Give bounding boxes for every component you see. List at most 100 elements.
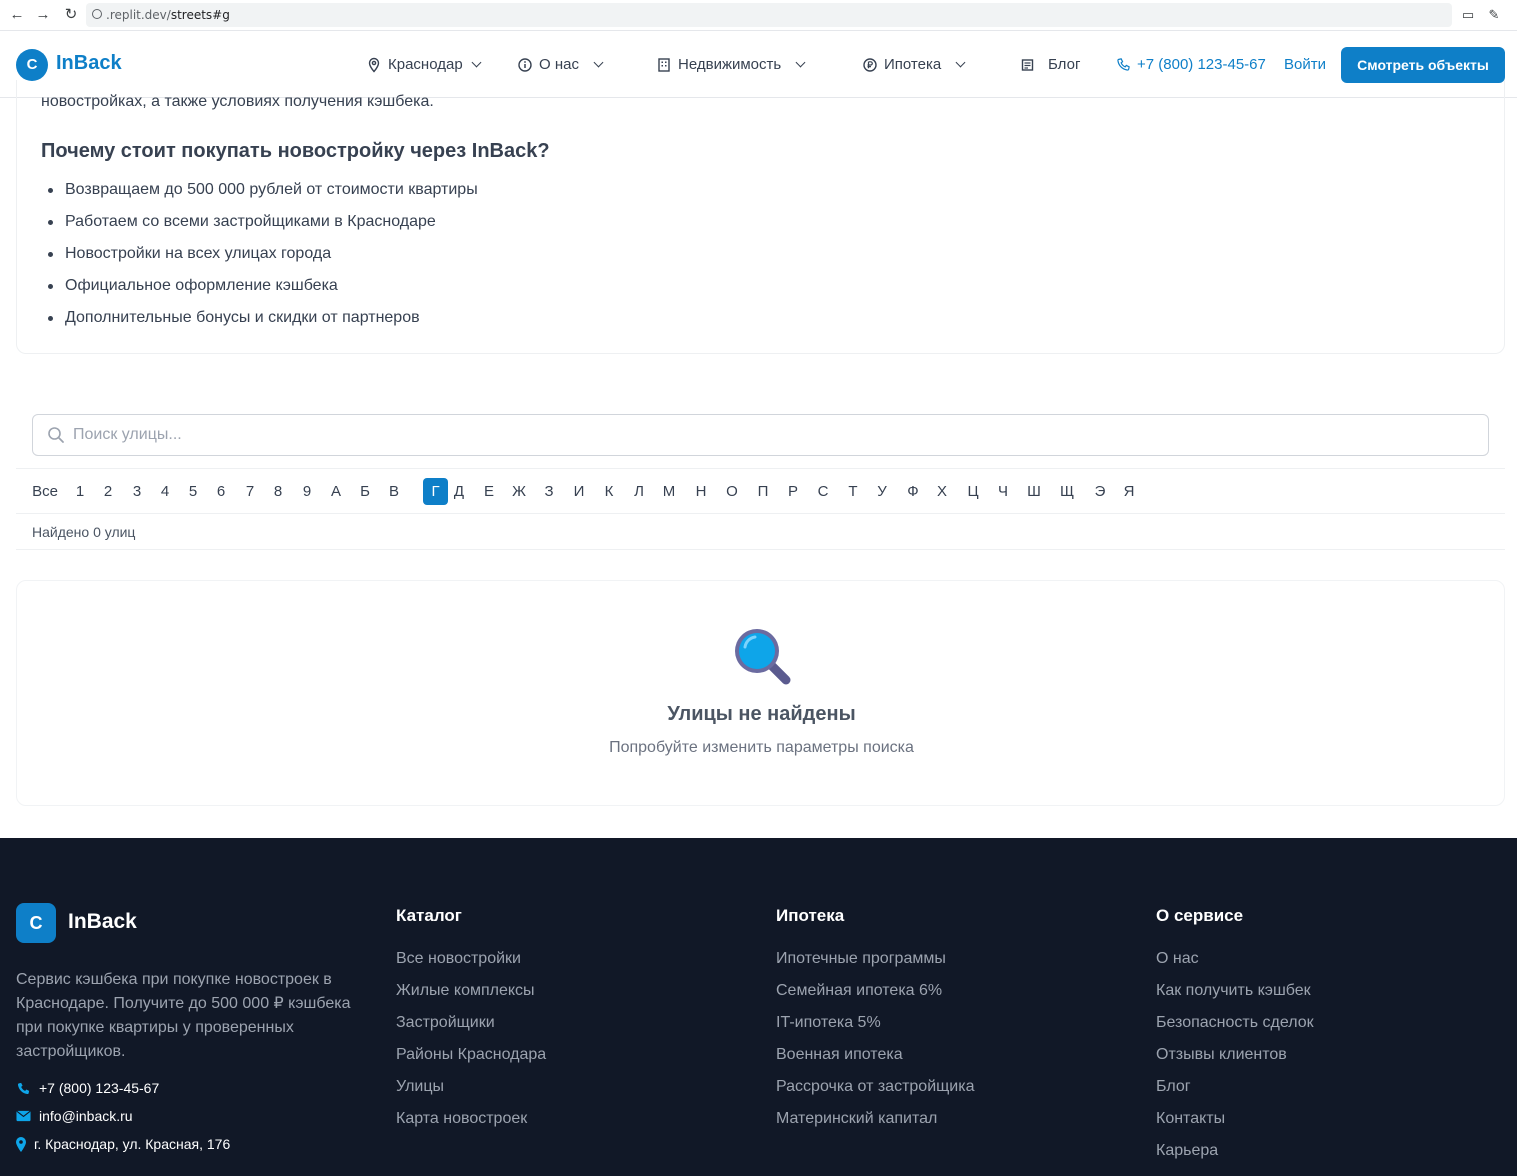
view-objects-button[interactable]: Смотреть объекты (1341, 47, 1505, 83)
letter-filter-2[interactable]: 2 (102, 478, 114, 505)
letter-filter-Н[interactable]: Н (695, 478, 707, 505)
phone-icon (17, 1082, 30, 1094)
letter-filter-М[interactable]: М (662, 478, 676, 505)
footer-link[interactable]: Застройщики (396, 1012, 546, 1044)
letter-filter-Х[interactable]: Х (936, 478, 948, 505)
building-icon (658, 57, 670, 72)
letter-filter-В[interactable]: В (388, 478, 400, 505)
footer-link[interactable]: Безопасность сделок (1156, 1012, 1314, 1044)
letter-filter-Л[interactable]: Л (633, 478, 645, 505)
footer-column-title: Каталог (396, 906, 462, 925)
letter-filter-Ж[interactable]: Ж (512, 478, 526, 505)
wrench-icon[interactable]: ✎ (1485, 6, 1503, 24)
devices-icon[interactable]: ▭ (1459, 6, 1477, 24)
letter-filter-7[interactable]: 7 (244, 478, 256, 505)
footer-link[interactable]: Ипотечные программы (776, 948, 974, 980)
logo-icon[interactable]: С (16, 49, 48, 81)
letter-filter-Я[interactable]: Я (1123, 478, 1135, 505)
results-count: Найдено 0 улиц (32, 524, 136, 540)
footer-link[interactable]: Материнский капитал (776, 1108, 974, 1140)
letter-filter-Ш[interactable]: Ш (1027, 478, 1041, 505)
letter-filter-Т[interactable]: Т (847, 478, 859, 505)
letter-filter-А[interactable]: А (330, 478, 342, 505)
letter-filter-О[interactable]: О (726, 478, 738, 505)
footer-link[interactable]: IT-ипотека 5% (776, 1012, 974, 1044)
nav-blog-label: Блог (1048, 56, 1081, 73)
letter-filter-6[interactable]: 6 (215, 478, 227, 505)
site-footer: С InBack Сервис кэшбека при покупке ново… (0, 838, 1517, 1176)
letter-filter-З[interactable]: З (543, 478, 555, 505)
footer-link[interactable]: Рассрочка от застройщика (776, 1076, 974, 1108)
forward-arrow-icon[interactable]: → (34, 6, 52, 24)
letter-filter-С[interactable]: С (817, 478, 829, 505)
letter-filter-3[interactable]: 3 (131, 478, 143, 505)
alphabet-filter: Все 1 2 3 4 5 6 7 8 9 А Б В Г Д Е Ж З И К Л М Н О П Р С Т У Ф Х Ц Ч Ш Щ Э Я (16, 468, 1505, 514)
header-phone-link[interactable]: +7 (800) 123-45-67 (1116, 56, 1266, 73)
empty-subtitle: Попробуйте изменить параметры поиска (609, 739, 914, 756)
footer-link[interactable]: Как получить кэшбек (1156, 980, 1314, 1012)
letter-filter-5[interactable]: 5 (187, 478, 199, 505)
street-search-input[interactable] (73, 415, 1473, 455)
footer-link[interactable]: Улицы (396, 1076, 546, 1108)
nav-city-dropdown[interactable]: Краснодар (366, 56, 482, 73)
letter-filter-Э[interactable]: Э (1094, 478, 1106, 505)
nav-about-dropdown[interactable]: О нас (517, 56, 604, 73)
benefit-item: Работаем со всеми застройщиками в Красно… (41, 210, 478, 242)
letter-filter-all[interactable]: Все (32, 478, 58, 505)
footer-phone[interactable]: +7 (800) 123-45-67 (16, 1080, 159, 1096)
url-path: streets#g (170, 8, 230, 22)
footer-link[interactable]: О нас (1156, 948, 1314, 980)
chevron-down-icon (955, 57, 966, 68)
nav-blog-link[interactable]: Блог (1020, 56, 1080, 73)
footer-link[interactable]: Жилые комплексы (396, 980, 546, 1012)
letter-filter-И[interactable]: И (573, 478, 585, 505)
letter-filter-Ц[interactable]: Ц (967, 478, 979, 505)
reload-icon[interactable]: ↻ (62, 6, 80, 24)
logo-text[interactable]: InBack (56, 52, 122, 75)
footer-logo-text[interactable]: InBack (68, 910, 137, 934)
footer-link[interactable]: Отзывы клиентов (1156, 1044, 1314, 1076)
footer-link[interactable]: Блог (1156, 1076, 1314, 1108)
footer-phone-text: +7 (800) 123-45-67 (39, 1080, 160, 1096)
letter-filter-Щ[interactable]: Щ (1060, 478, 1074, 505)
nav-mortgage-dropdown[interactable]: Ипотека (862, 56, 966, 73)
footer-link[interactable]: Карьера (1156, 1140, 1314, 1172)
site-info-icon[interactable] (92, 9, 102, 19)
letter-filter-4[interactable]: 4 (159, 478, 171, 505)
phone-icon (1117, 58, 1130, 71)
footer-link[interactable]: Семейная ипотека 6% (776, 980, 974, 1012)
ruble-coin-icon (863, 57, 877, 72)
benefit-item: Дополнительные бонусы и скидки от партне… (41, 306, 478, 338)
footer-column-title: Ипотека (776, 906, 845, 925)
letter-filter-Ф[interactable]: Ф (906, 478, 920, 505)
newspaper-icon (1021, 58, 1034, 71)
footer-service-column: О сервисе О нас Как получить кэшбек Безо… (1156, 906, 1314, 1172)
letter-filter-Б[interactable]: Б (359, 478, 371, 505)
footer-logo-icon[interactable]: С (16, 903, 56, 943)
login-link[interactable]: Войти (1284, 56, 1326, 73)
letter-filter-К[interactable]: К (603, 478, 615, 505)
address-bar[interactable]: .replit.dev/streets#g (86, 3, 1452, 27)
letter-filter-П[interactable]: П (757, 478, 769, 505)
footer-address-text: г. Краснодар, ул. Красная, 176 (34, 1136, 231, 1152)
letter-filter-9[interactable]: 9 (301, 478, 313, 505)
nav-realty-dropdown[interactable]: Недвижимость (656, 56, 806, 73)
benefits-list: Возвращаем до 500 000 рублей от стоимост… (41, 178, 478, 338)
footer-link[interactable]: Военная ипотека (776, 1044, 974, 1076)
letter-filter-У[interactable]: У (876, 478, 888, 505)
nav-mortgage-label: Ипотека (884, 56, 942, 73)
back-arrow-icon[interactable]: ← (8, 6, 26, 24)
letter-filter-Г[interactable]: Г (423, 478, 448, 505)
letter-filter-Е[interactable]: Е (483, 478, 495, 505)
footer-link[interactable]: Контакты (1156, 1108, 1314, 1140)
letter-filter-8[interactable]: 8 (272, 478, 284, 505)
letter-filter-Р[interactable]: Р (787, 478, 799, 505)
footer-email[interactable]: info@inback.ru (16, 1108, 133, 1124)
letter-filter-1[interactable]: 1 (74, 478, 86, 505)
empty-title: Улицы не найдены (667, 703, 856, 725)
letter-filter-Ч[interactable]: Ч (997, 478, 1009, 505)
footer-link[interactable]: Все новостройки (396, 948, 546, 980)
footer-link[interactable]: Районы Краснодара (396, 1044, 546, 1076)
footer-link[interactable]: Карта новостроек (396, 1108, 546, 1140)
letter-filter-Д[interactable]: Д (453, 478, 465, 505)
